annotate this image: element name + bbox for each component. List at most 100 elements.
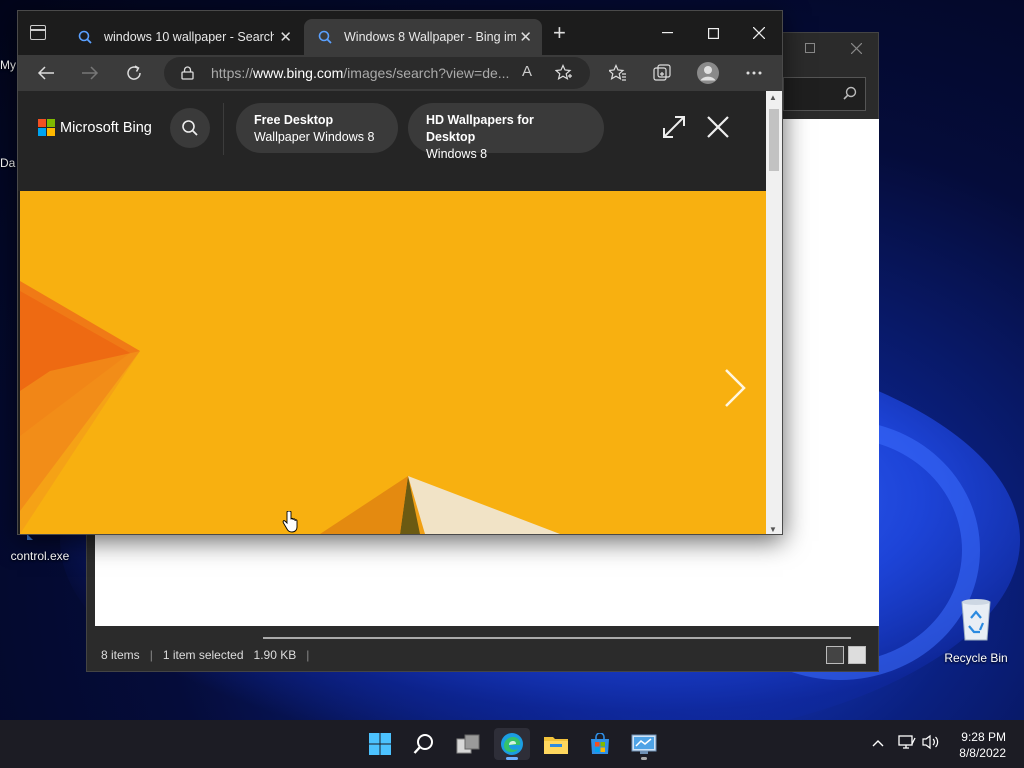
favorites-button[interactable] bbox=[604, 59, 632, 87]
related-search-chip[interactable]: HD Wallpapers for Desktop Windows 8 bbox=[408, 103, 604, 161]
desktop-icon-label-partial[interactable]: My bbox=[0, 58, 16, 72]
tab-windows-8-wallpaper[interactable]: Windows 8 Wallpaper - Bing ima ✕ bbox=[304, 19, 542, 55]
close-icon[interactable] bbox=[704, 113, 732, 141]
search-icon bbox=[78, 30, 92, 44]
url-prefix: https:// bbox=[211, 65, 254, 81]
store-icon bbox=[591, 733, 609, 754]
maximize-button[interactable] bbox=[690, 19, 736, 47]
status-bar: 8 items | 1 item selected 1.90 KB | bbox=[87, 639, 878, 671]
bing-image-viewer-header: Microsoft Bing Free Desktop Wallpaper Wi… bbox=[18, 91, 766, 191]
details-view-button[interactable] bbox=[826, 646, 844, 664]
windows-8-wallpaper-image bbox=[20, 191, 766, 534]
search-icon bbox=[843, 86, 857, 100]
recycle-bin-label: Recycle Bin bbox=[944, 651, 1008, 665]
task-view-button[interactable] bbox=[450, 728, 486, 760]
lock-icon bbox=[181, 66, 194, 80]
explorer-search-input[interactable] bbox=[783, 77, 866, 111]
taskbar-control-panel[interactable] bbox=[626, 728, 662, 760]
maximize-button[interactable] bbox=[787, 33, 833, 63]
clock-time: 9:28 PM bbox=[961, 730, 1006, 744]
close-icon bbox=[753, 27, 765, 39]
start-button[interactable] bbox=[362, 728, 398, 760]
divider bbox=[223, 103, 224, 155]
search-icon bbox=[318, 30, 332, 44]
chip-line-1: HD Wallpapers for Desktop bbox=[426, 113, 534, 144]
edge-browser-window: windows 10 wallpaper - Search ✕ Windows … bbox=[17, 10, 783, 535]
large-icons-view-button[interactable] bbox=[848, 646, 866, 664]
scroll-up-icon[interactable]: ▲ bbox=[769, 93, 777, 102]
address-bar[interactable]: https://www.bing.com/images/search?view=… bbox=[164, 57, 590, 89]
selected-count: 1 item selected bbox=[162, 648, 244, 662]
taskbar: 9:28 PM 8/8/2022 bbox=[0, 720, 1024, 768]
view-buttons bbox=[826, 646, 866, 664]
bing-search-button[interactable] bbox=[170, 108, 210, 148]
brand-name: Microsoft Bing bbox=[60, 119, 152, 136]
read-aloud-icon[interactable]: A bbox=[522, 63, 532, 80]
taskbar-file-explorer[interactable] bbox=[538, 728, 574, 760]
show-hidden-icons-button[interactable] bbox=[872, 736, 884, 750]
profile-button[interactable] bbox=[694, 59, 722, 87]
chip-line-1: Free Desktop bbox=[254, 113, 334, 127]
scrollbar-thumb[interactable] bbox=[769, 109, 779, 171]
task-view-icon bbox=[456, 734, 480, 754]
refresh-button[interactable] bbox=[120, 59, 148, 87]
back-arrow-icon bbox=[37, 66, 54, 80]
page-content: Microsoft Bing Free Desktop Wallpaper Wi… bbox=[18, 91, 766, 534]
scroll-down-icon[interactable]: ▼ bbox=[769, 525, 777, 534]
search-icon bbox=[182, 120, 198, 136]
file-explorer-icon bbox=[544, 737, 568, 754]
next-image-arrow-icon[interactable] bbox=[720, 366, 750, 410]
bing-logo[interactable]: Microsoft Bing bbox=[38, 119, 152, 136]
forward-arrow-icon bbox=[82, 66, 99, 80]
volume-button[interactable] bbox=[922, 734, 940, 753]
new-tab-button[interactable]: + bbox=[553, 22, 566, 44]
microsoft-logo-icon bbox=[38, 119, 55, 136]
wallpaper-preview-image[interactable] bbox=[20, 191, 766, 534]
active-indicator bbox=[506, 757, 518, 760]
selected-size: 1.90 KB bbox=[253, 648, 297, 662]
add-favorite-icon[interactable] bbox=[555, 64, 573, 82]
avatar-icon bbox=[697, 62, 719, 84]
taskbar-edge[interactable] bbox=[494, 728, 530, 760]
network-button[interactable] bbox=[898, 734, 916, 753]
related-search-chip[interactable]: Free Desktop Wallpaper Windows 8 bbox=[236, 103, 398, 153]
search-icon bbox=[413, 734, 433, 754]
chevron-up-icon bbox=[872, 740, 884, 747]
refresh-icon bbox=[127, 65, 141, 80]
desktop-icon-label-partial[interactable]: Da bbox=[0, 156, 15, 170]
expand-icon[interactable] bbox=[660, 113, 688, 141]
control-exe-label: control.exe bbox=[10, 549, 70, 563]
close-button[interactable] bbox=[833, 33, 879, 63]
desktop-icon-recycle-bin[interactable]: Recycle Bin bbox=[938, 596, 1014, 665]
forward-button[interactable] bbox=[76, 59, 104, 87]
tab-close-icon[interactable]: ✕ bbox=[279, 28, 292, 46]
tab-close-icon[interactable]: ✕ bbox=[519, 28, 532, 46]
collections-button[interactable] bbox=[648, 59, 676, 87]
taskbar-clock[interactable]: 9:28 PM 8/8/2022 bbox=[948, 729, 1006, 761]
url-text: https://www.bing.com/images/search?view=… bbox=[211, 65, 521, 81]
taskbar-store[interactable] bbox=[582, 728, 618, 760]
tab-windows-10-wallpaper[interactable]: windows 10 wallpaper - Search ✕ bbox=[64, 19, 302, 55]
settings-more-button[interactable] bbox=[740, 59, 768, 87]
chip-line-2: Wallpaper Windows 8 bbox=[254, 130, 375, 144]
collections-icon bbox=[653, 64, 671, 81]
taskbar-search-button[interactable] bbox=[406, 728, 442, 760]
network-icon bbox=[898, 735, 916, 749]
url-path: /images/search?view=de... bbox=[343, 65, 510, 81]
vertical-scrollbar[interactable]: ▲ ▼ bbox=[766, 91, 782, 534]
browser-toolbar: https://www.bing.com/images/search?view=… bbox=[18, 55, 782, 91]
item-count: 8 items bbox=[101, 648, 140, 662]
more-dots-icon bbox=[746, 71, 762, 75]
maximize-icon bbox=[707, 27, 719, 39]
back-button[interactable] bbox=[32, 59, 60, 87]
clock-date: 8/8/2022 bbox=[959, 746, 1006, 760]
chip-line-2: Windows 8 bbox=[426, 147, 488, 161]
tab-title: windows 10 wallpaper - Search bbox=[104, 30, 274, 44]
title-bar: windows 10 wallpaper - Search ✕ Windows … bbox=[18, 11, 782, 55]
tab-actions-icon[interactable] bbox=[30, 25, 46, 40]
minimize-button[interactable] bbox=[644, 19, 690, 47]
close-button[interactable] bbox=[736, 19, 782, 47]
tab-title: Windows 8 Wallpaper - Bing ima bbox=[344, 30, 516, 44]
hand-cursor-icon bbox=[282, 511, 298, 533]
start-icon bbox=[369, 733, 391, 755]
